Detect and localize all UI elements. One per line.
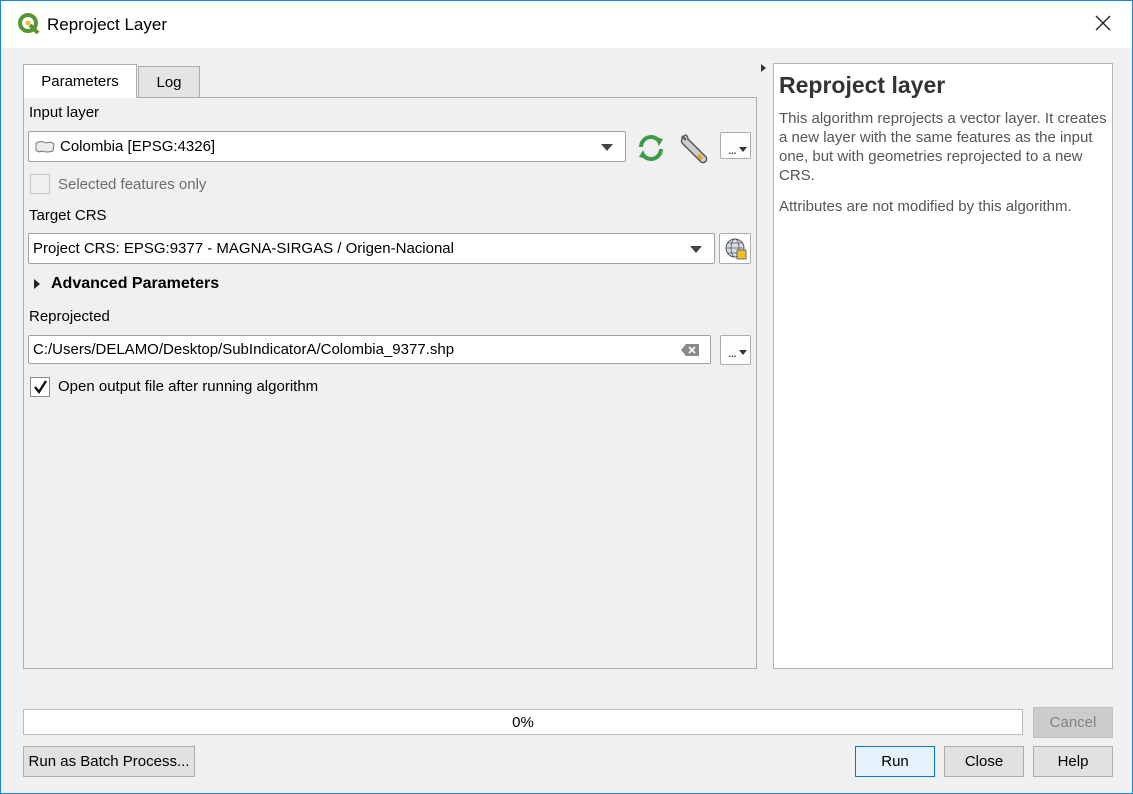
expand-arrow-icon[interactable] [32,278,42,290]
help-attributes-note: Attributes are not modified by this algo… [779,198,1072,215]
collapse-panel-icon[interactable] [761,64,766,72]
cancel-button[interactable]: Cancel [1033,707,1113,738]
selected-features-label: Selected features only [58,176,207,193]
selected-features-checkbox[interactable] [30,174,50,194]
target-crs-label: Target CRS [29,207,107,224]
open-output-checkbox[interactable] [30,377,50,397]
qgis-logo-icon [18,13,40,35]
help-description: This algorithm reprojects a vector layer… [779,110,1107,184]
advanced-parameters-toggle[interactable]: Advanced Parameters [51,275,219,293]
progress-text: 0% [512,713,534,731]
input-layer-label: Input layer [29,104,100,121]
polygon-layer-icon [35,140,55,152]
window-title: Reproject Layer [47,15,168,34]
reprojected-label: Reprojected [29,308,110,325]
wrench-icon[interactable] [678,131,712,165]
input-layer-value: Colombia [EPSG:4326] [60,138,216,155]
input-layer-more-button[interactable]: ... [720,132,751,159]
dialog-window: Reproject Layer Parameters Log Input lay… [0,0,1133,794]
clear-input-icon[interactable] [680,343,700,357]
run-as-batch-button[interactable]: Run as Batch Process... [23,746,195,777]
refresh-icon[interactable] [635,133,667,163]
open-output-label: Open output file after running algorithm [58,378,319,395]
chevron-down-icon [739,350,747,355]
reprojected-more-button[interactable]: ... [720,335,751,365]
cancel-button-label: Cancel [1049,714,1097,731]
help-title: Reproject layer [779,72,946,98]
crs-selector-button[interactable] [719,233,751,264]
chevron-down-icon [739,147,747,152]
reprojected-output-value: C:/Users/DELAMO/Desktop/SubIndicatorA/Co… [33,341,455,358]
close-window-icon[interactable] [1092,12,1114,34]
run-as-batch-label: Run as Batch Process... [28,753,190,770]
tab-parameters-label: Parameters [41,73,119,90]
more-dots: ... [728,142,737,157]
progress-bar: 0% [23,709,1023,735]
tab-log[interactable]: Log [138,66,200,98]
help-button-label: Help [1057,753,1089,770]
checkmark-icon [34,380,48,395]
chevron-down-icon [690,246,702,253]
help-pane: Reproject layer This algorithm reproject… [773,63,1113,669]
reprojected-output-field[interactable]: C:/Users/DELAMO/Desktop/SubIndicatorA/Co… [28,335,711,364]
input-layer-combo[interactable]: Colombia [EPSG:4326] [28,131,626,162]
target-crs-value: Project CRS: EPSG:9377 - MAGNA-SIRGAS / … [33,240,454,257]
close-button[interactable]: Close [944,746,1024,777]
target-crs-combo[interactable]: Project CRS: EPSG:9377 - MAGNA-SIRGAS / … [28,233,715,264]
help-button[interactable]: Help [1033,746,1113,777]
close-button-label: Close [964,753,1004,770]
run-button-label: Run [881,753,909,770]
title-bar: Reproject Layer [1,1,1132,48]
more-dots: ... [728,345,737,360]
tab-log-label: Log [156,74,182,91]
tab-parameters[interactable]: Parameters [23,64,137,98]
globe-crs-icon [725,238,747,260]
chevron-down-icon [601,144,613,151]
run-button[interactable]: Run [855,746,935,777]
